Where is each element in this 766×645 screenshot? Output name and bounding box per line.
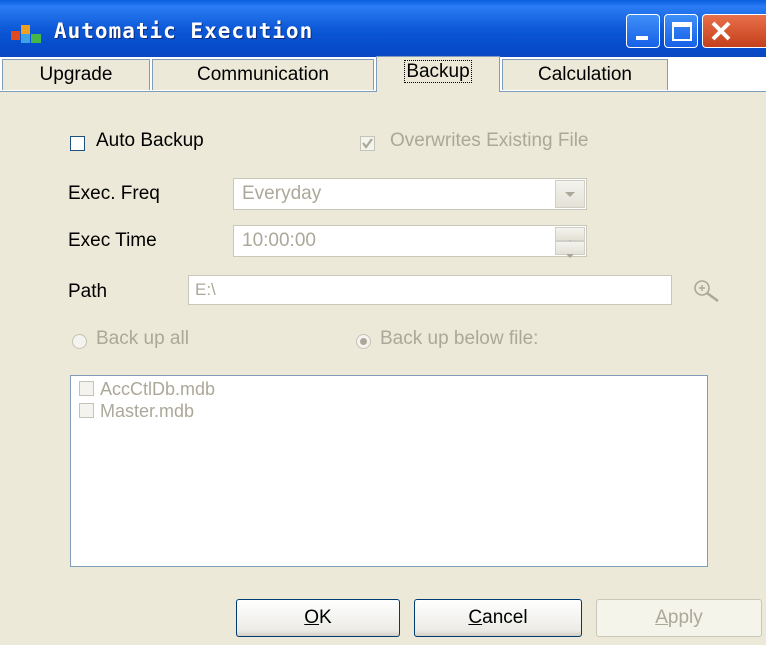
title-bar[interactable]: Automatic Execution xyxy=(0,0,766,57)
file-checkbox[interactable] xyxy=(79,402,94,418)
exec-freq-label: Exec. Freq xyxy=(68,183,160,204)
file-checkbox[interactable] xyxy=(79,380,94,396)
exec-time-value: 10:00:00 xyxy=(242,230,316,251)
file-list[interactable]: AccCtlDb.mdb Master.mdb xyxy=(70,375,708,567)
tab-label: Upgrade xyxy=(39,64,113,85)
spin-up-button[interactable] xyxy=(555,227,585,244)
maximize-icon xyxy=(672,22,692,41)
radio-selected-dot xyxy=(360,338,367,345)
tab-label: Calculation xyxy=(538,64,632,85)
tab-calculation[interactable]: Calculation xyxy=(502,59,668,90)
exec-time-spinner[interactable]: 10:00:00 xyxy=(233,225,587,258)
apply-label: pply xyxy=(667,607,703,628)
ok-accel: O xyxy=(304,607,320,628)
auto-backup-checkbox[interactable] xyxy=(70,136,85,151)
dropdown-button[interactable] xyxy=(555,180,585,208)
ok-label: K xyxy=(319,607,332,628)
arrow-down-icon xyxy=(566,254,574,258)
file-name: Master.mdb xyxy=(100,401,195,421)
backup-all-radio[interactable] xyxy=(72,334,87,349)
path-input[interactable]: E:\ xyxy=(188,275,672,305)
list-item[interactable]: Master.mdb xyxy=(79,400,194,422)
file-name: AccCtlDb.mdb xyxy=(100,379,216,399)
tab-label: Communication xyxy=(197,64,329,85)
apply-accel: A xyxy=(655,607,668,628)
exec-freq-select[interactable]: Everyday xyxy=(233,178,587,210)
cancel-accel: C xyxy=(468,607,483,628)
tab-backup[interactable]: Backup xyxy=(376,56,500,92)
close-button[interactable] xyxy=(702,14,766,48)
automatic-execution-window: Automatic Execution Upgrade Communicatio… xyxy=(0,0,766,645)
cancel-label: ancel xyxy=(482,607,528,628)
browse-zoom-icon[interactable] xyxy=(690,277,724,305)
checkmark-icon xyxy=(362,138,373,149)
backup-all-label: Back up all xyxy=(96,328,189,349)
minimize-button[interactable] xyxy=(626,14,660,48)
chevron-down-icon xyxy=(565,192,575,197)
maximize-button[interactable] xyxy=(664,14,698,48)
tab-label: Backup xyxy=(404,60,472,83)
path-label: Path xyxy=(68,281,108,302)
ok-button[interactable]: OK xyxy=(236,599,400,637)
exec-time-label: Exec Time xyxy=(68,230,157,251)
auto-backup-label: Auto Backup xyxy=(96,130,204,151)
list-item[interactable]: AccCtlDb.mdb xyxy=(79,378,215,400)
cancel-button[interactable]: Cancel xyxy=(414,599,582,637)
overwrite-checkbox[interactable] xyxy=(360,136,375,151)
spin-down-button[interactable] xyxy=(555,241,585,258)
exec-freq-value: Everyday xyxy=(242,183,322,204)
tab-communication[interactable]: Communication xyxy=(152,59,374,90)
overwrite-label: Overwrites Existing File xyxy=(390,130,589,151)
backup-below-radio[interactable] xyxy=(356,334,371,349)
minimize-icon xyxy=(636,36,648,40)
apply-button[interactable]: Apply xyxy=(596,599,762,637)
close-icon xyxy=(711,21,731,41)
tab-upgrade[interactable]: Upgrade xyxy=(2,59,150,90)
app-icon xyxy=(11,25,41,43)
backup-below-label: Back up below file: xyxy=(380,328,539,349)
window-title: Automatic Execution xyxy=(54,19,314,43)
